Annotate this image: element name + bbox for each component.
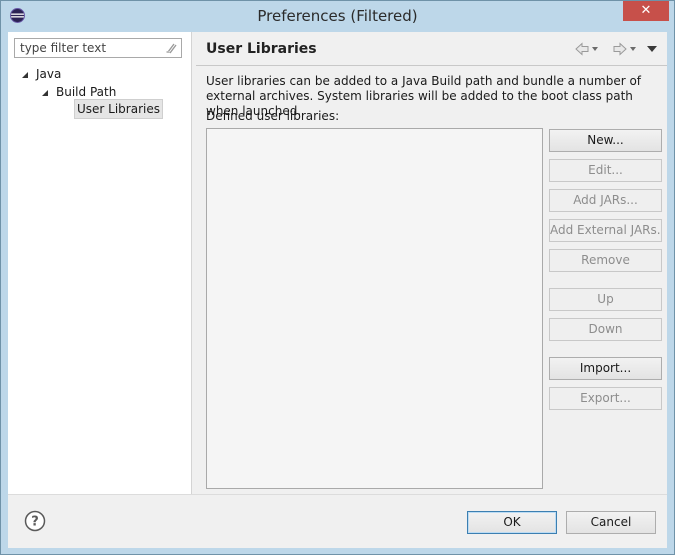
dialog-body: Java Build Path User Libraries User Libr… <box>8 32 667 548</box>
window-title: Preferences (Filtered) <box>257 7 418 25</box>
tree-item-label: User Libraries <box>77 102 160 116</box>
page-header: User Libraries <box>196 32 667 66</box>
add-jars-button[interactable]: Add JARs... <box>549 189 662 212</box>
up-button[interactable]: Up <box>549 288 662 311</box>
expanded-triangle-icon[interactable] <box>22 71 28 78</box>
title-bar[interactable]: Preferences (Filtered) ✕ <box>1 1 674 32</box>
user-libraries-list[interactable] <box>206 128 543 489</box>
new-button[interactable]: New... <box>549 129 662 152</box>
cancel-button[interactable]: Cancel <box>566 511 656 534</box>
back-icon[interactable] <box>575 42 601 56</box>
dialog-button-bar: ? OK Cancel <box>8 494 667 548</box>
ok-button[interactable]: OK <box>467 511 557 534</box>
filter-input[interactable] <box>15 39 166 57</box>
view-menu-icon[interactable] <box>646 42 660 56</box>
filter-field[interactable] <box>14 38 182 58</box>
page-title: User Libraries <box>206 41 317 57</box>
expanded-triangle-icon[interactable] <box>42 89 48 96</box>
down-button[interactable]: Down <box>549 318 662 341</box>
import-button[interactable]: Import... <box>549 357 662 380</box>
help-icon[interactable]: ? <box>24 510 46 532</box>
tree-item-user-libraries[interactable]: User Libraries <box>74 99 163 119</box>
preferences-window: Preferences (Filtered) ✕ Java Build Path… <box>0 0 675 555</box>
close-button[interactable]: ✕ <box>623 1 669 21</box>
add-external-jars-button[interactable]: Add External JARs... <box>549 219 662 242</box>
forward-icon[interactable] <box>613 42 639 56</box>
preference-tree-pane: Java Build Path User Libraries <box>8 32 192 494</box>
clear-filter-icon[interactable] <box>165 42 177 54</box>
edit-button[interactable]: Edit... <box>549 159 662 182</box>
tree-item-label: Java <box>36 67 62 81</box>
tree-item-java[interactable]: Java <box>22 65 61 83</box>
remove-button[interactable]: Remove <box>549 249 662 272</box>
tree-item-label: Build Path <box>56 85 117 99</box>
svg-text:?: ? <box>31 515 39 530</box>
export-button[interactable]: Export... <box>549 387 662 410</box>
defined-libraries-label: Defined user libraries: <box>206 109 340 123</box>
